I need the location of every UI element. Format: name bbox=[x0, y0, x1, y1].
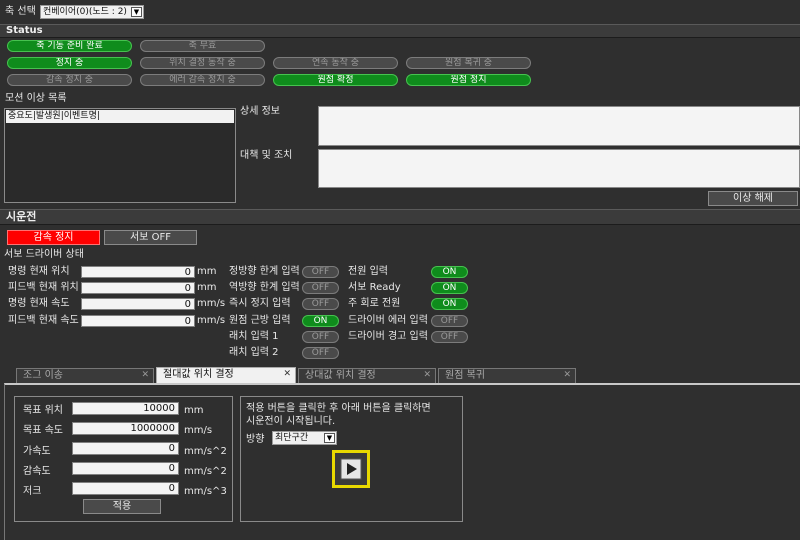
input-immediate-stop-label: 즉시 정지 입력 bbox=[229, 298, 291, 309]
input-driver-error-label: 드라이버 에러 입력 bbox=[348, 315, 428, 326]
tab-homing[interactable]: 원점 복귀 ✕ bbox=[438, 368, 576, 383]
chevron-down-icon[interactable]: ▼ bbox=[324, 433, 335, 443]
status-header: Status bbox=[0, 24, 800, 38]
clear-error-button[interactable]: 이상 해제 bbox=[708, 191, 798, 206]
decel-stop-button[interactable]: 감속 정지 bbox=[7, 230, 100, 245]
detail-info-box[interactable] bbox=[318, 106, 800, 146]
error-list-header: 중요도|발생원|이벤트명| bbox=[6, 110, 234, 123]
param-jerk-label: 저크 bbox=[23, 486, 42, 497]
action-label: 대책 및 조치 bbox=[240, 150, 293, 161]
input-latch2-label: 래치 입력 2 bbox=[229, 347, 279, 358]
input-main-circuit-state: ON bbox=[431, 298, 468, 310]
error-list-table[interactable]: 중요도|발생원|이벤트명| bbox=[4, 108, 236, 203]
input-driver-warning-label: 드라이버 경고 입력 bbox=[348, 331, 428, 342]
status-pill-axis-disabled: 축 무효 bbox=[140, 40, 265, 52]
status-pill-homing: 원점 복귀 중 bbox=[406, 57, 531, 69]
input-driver-error-state: OFF bbox=[431, 315, 468, 327]
chevron-down-icon[interactable]: ▼ bbox=[131, 7, 142, 17]
status-pill-home-defined: 원점 확정 bbox=[273, 74, 398, 86]
readout-cmd-vel-unit: mm/s bbox=[197, 298, 226, 309]
readout-cmd-pos-unit: mm bbox=[197, 266, 217, 277]
input-home-proximity-state: ON bbox=[302, 315, 339, 327]
direction-select[interactable]: 최단구간 ▼ bbox=[272, 431, 337, 445]
status-pill-home-stop: 원점 정지 bbox=[406, 74, 531, 86]
param-jerk-input[interactable]: 0 bbox=[72, 482, 179, 495]
play-icon bbox=[340, 458, 362, 480]
param-target-vel-label: 목표 속도 bbox=[23, 425, 63, 436]
input-servo-ready-state: ON bbox=[431, 282, 468, 294]
axis-select[interactable]: 컨베이어(0)(노드 : 2) ▼ bbox=[40, 5, 144, 19]
readout-fb-pos-value: 0 bbox=[81, 282, 195, 294]
param-target-vel-input[interactable]: 1000000 bbox=[72, 422, 179, 435]
input-rev-limit-label: 역방향 한계 입력 bbox=[229, 282, 300, 293]
param-accel-input[interactable]: 0 bbox=[72, 442, 179, 455]
input-latch1-state: OFF bbox=[302, 331, 339, 343]
tab-relative-positioning-label: 상대값 위치 결정 bbox=[305, 370, 376, 381]
direction-select-value: 최단구간 bbox=[275, 433, 309, 443]
param-accel-label: 가속도 bbox=[23, 446, 51, 457]
readout-cmd-pos-value: 0 bbox=[81, 266, 195, 278]
param-target-vel-unit: mm/s bbox=[184, 425, 213, 436]
param-decel-input[interactable]: 0 bbox=[72, 462, 179, 475]
close-icon[interactable]: ✕ bbox=[563, 369, 571, 382]
readout-fb-vel-label: 피드백 현재 속도 bbox=[8, 315, 79, 326]
input-latch2-state: OFF bbox=[302, 347, 339, 359]
tab-absolute-positioning[interactable]: 절대값 위치 결정 ✕ bbox=[156, 367, 296, 383]
input-fwd-limit-state: OFF bbox=[302, 266, 339, 278]
status-pill-stopped: 정지 중 bbox=[7, 57, 132, 69]
apply-button[interactable]: 적용 bbox=[83, 499, 161, 514]
param-target-pos-input[interactable]: 10000 bbox=[72, 402, 179, 415]
drive-status-title: 서보 드라이버 상태 bbox=[4, 249, 84, 260]
readout-cmd-vel-value: 0 bbox=[81, 298, 195, 310]
trial-run-header: 시운전 bbox=[0, 209, 800, 225]
param-jerk-unit: mm/s^3 bbox=[184, 486, 227, 497]
readout-fb-pos-label: 피드백 현재 위치 bbox=[8, 282, 79, 293]
param-accel-unit: mm/s^2 bbox=[184, 446, 227, 457]
action-box[interactable] bbox=[318, 149, 800, 188]
close-icon[interactable]: ✕ bbox=[283, 368, 291, 381]
tab-absolute-positioning-label: 절대값 위치 결정 bbox=[163, 369, 234, 380]
direction-label: 방향 bbox=[246, 434, 265, 445]
param-decel-label: 감속도 bbox=[23, 466, 51, 477]
tab-jog[interactable]: 조그 이송 ✕ bbox=[16, 368, 154, 383]
tab-jog-label: 조그 이송 bbox=[23, 370, 63, 381]
param-target-pos-label: 목표 위치 bbox=[23, 405, 63, 416]
servo-off-button[interactable]: 서보 OFF bbox=[104, 230, 197, 245]
readout-cmd-pos-label: 명령 현재 위치 bbox=[8, 266, 70, 277]
param-decel-unit: mm/s^2 bbox=[184, 466, 227, 477]
input-fwd-limit-label: 정방향 한계 입력 bbox=[229, 266, 300, 277]
input-latch1-label: 래치 입력 1 bbox=[229, 331, 279, 342]
param-target-pos-unit: mm bbox=[184, 405, 204, 416]
error-list-title: 모션 이상 목록 bbox=[5, 93, 67, 104]
run-button[interactable] bbox=[332, 450, 370, 488]
readout-fb-vel-unit: mm/s bbox=[197, 315, 226, 326]
axis-select-label: 축 선택 bbox=[5, 6, 36, 17]
close-icon[interactable]: ✕ bbox=[141, 369, 149, 382]
run-hint-line1: 적용 버튼을 클릭한 후 아래 버튼을 클릭하면 bbox=[246, 403, 431, 414]
status-pill-axis-ready: 축 기동 준비 완료 bbox=[7, 40, 132, 52]
readout-fb-pos-unit: mm bbox=[197, 282, 217, 293]
readout-cmd-vel-label: 명령 현재 속도 bbox=[8, 298, 70, 309]
input-rev-limit-state: OFF bbox=[302, 282, 339, 294]
input-servo-ready-label: 서보 Ready bbox=[348, 282, 401, 293]
status-pill-decel-stopping: 감속 정지 중 bbox=[7, 74, 132, 86]
input-power-label: 전원 입력 bbox=[348, 266, 388, 277]
input-immediate-stop-state: OFF bbox=[302, 298, 339, 310]
detail-info-label: 상세 정보 bbox=[240, 106, 280, 117]
status-pill-error-decel: 에러 감속 정지 중 bbox=[140, 74, 265, 86]
axis-select-value: 컨베이어(0)(노드 : 2) bbox=[43, 7, 127, 17]
readout-fb-vel-value: 0 bbox=[81, 315, 195, 327]
input-power-state: ON bbox=[431, 266, 468, 278]
input-home-proximity-label: 원점 근방 입력 bbox=[229, 315, 291, 326]
input-main-circuit-label: 주 회로 전원 bbox=[348, 298, 401, 309]
input-driver-warning-state: OFF bbox=[431, 331, 468, 343]
run-hint-line2: 시운전이 시작됩니다. bbox=[246, 416, 336, 427]
tab-relative-positioning[interactable]: 상대값 위치 결정 ✕ bbox=[298, 368, 436, 383]
status-pill-positioning: 위치 결정 동작 중 bbox=[140, 57, 265, 69]
status-pill-continuous: 연속 동작 중 bbox=[273, 57, 398, 69]
tab-homing-label: 원점 복귀 bbox=[445, 370, 485, 381]
close-icon[interactable]: ✕ bbox=[423, 369, 431, 382]
